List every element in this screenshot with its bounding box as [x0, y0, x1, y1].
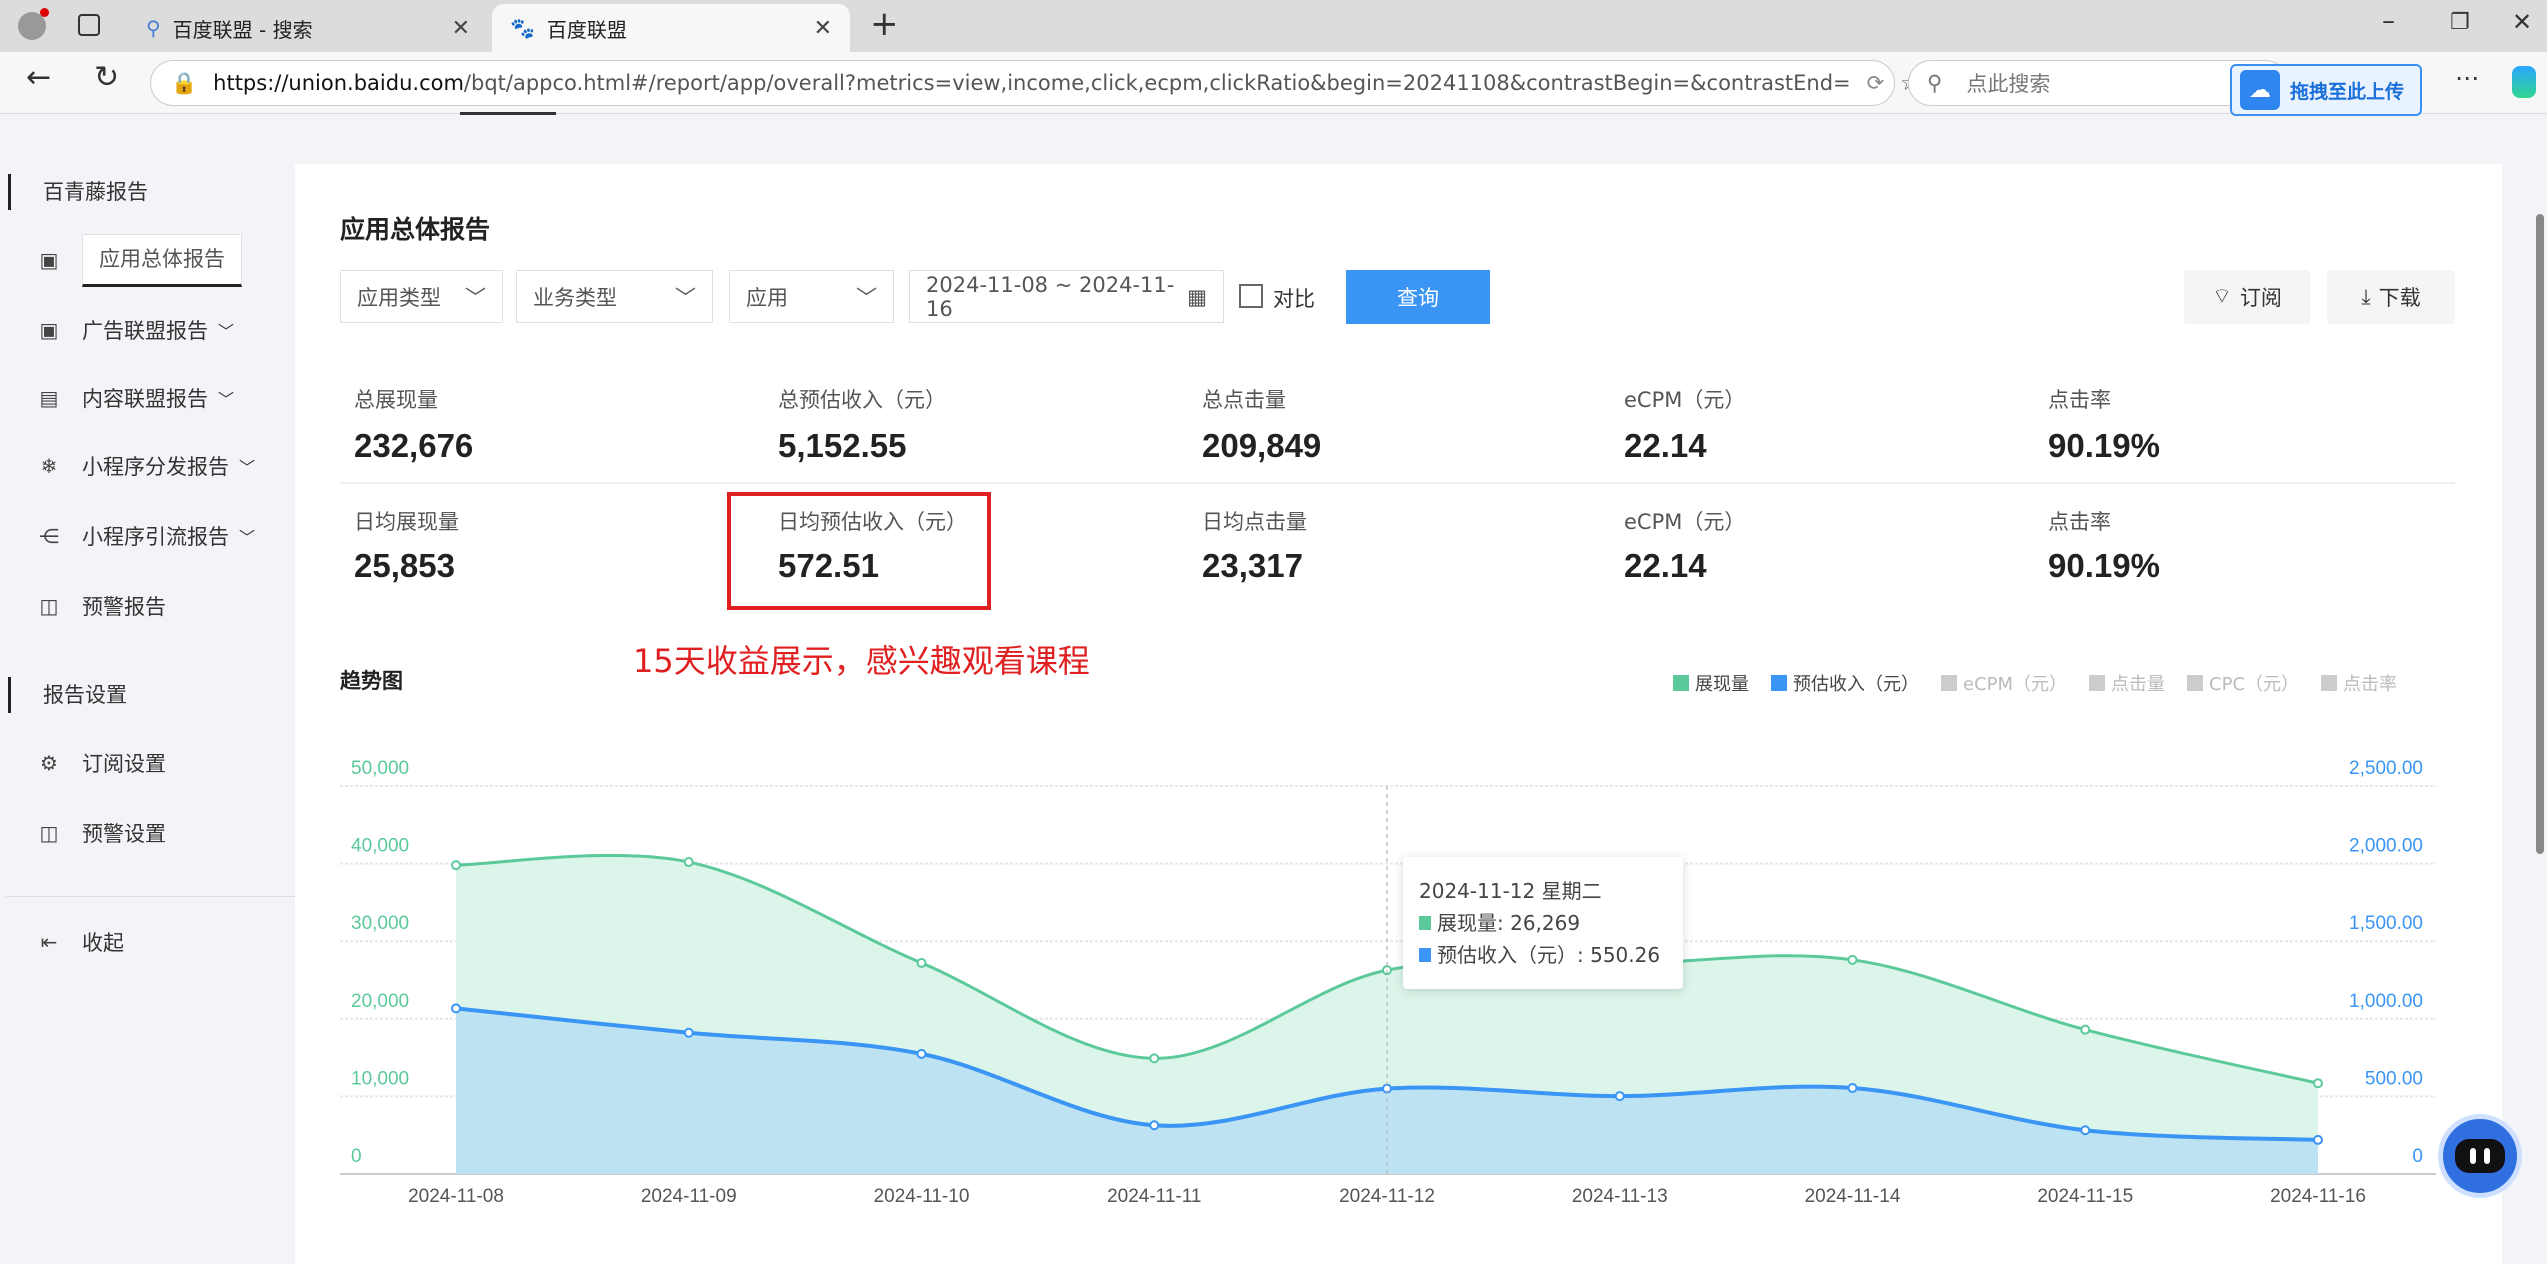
chart-tooltip: 2024-11-12 星期二 展现量: 26,269 预估收入（元）: 550.… — [1403, 857, 1683, 989]
data-point — [2080, 1024, 2091, 1035]
x-axis-tick-label: 2024-11-13 — [1572, 1186, 1668, 1207]
data-point — [916, 1048, 927, 1059]
x-axis-tick-label: 2024-11-15 — [2037, 1186, 2133, 1207]
right-axis-tick-label: 1,500.00 — [2349, 913, 2423, 934]
right-axis-tick-label: 2,000.00 — [2349, 836, 2423, 857]
data-point — [2313, 1134, 2323, 1145]
right-axis-tick-label: 2,500.00 — [2349, 758, 2423, 779]
x-axis-tick-label: 2024-11-09 — [641, 1186, 737, 1207]
tooltip-value: 预估收入（元）: 550.26 — [1437, 943, 1661, 967]
tooltip-title: 2024-11-12 星期二 — [1419, 879, 1602, 903]
right-axis-tick-label: 500.00 — [2365, 1068, 2423, 1089]
data-point — [1149, 1120, 1160, 1131]
x-axis-tick-label: 2024-11-14 — [1805, 1186, 1901, 1207]
tooltip-value: 展现量: 26,269 — [1437, 911, 1581, 935]
data-point — [451, 860, 461, 871]
x-axis-tick-label: 2024-11-08 — [408, 1186, 504, 1207]
data-point — [1149, 1053, 1160, 1064]
series-swatch — [1419, 948, 1431, 962]
data-point — [2313, 1078, 2323, 1089]
left-axis-tick-label: 50,000 — [351, 758, 409, 779]
trend-chart: 0 0 10,000 500.00 20,000 1,000.00 30,000 1,500.… — [340, 758, 2436, 1207]
data-point — [916, 957, 927, 968]
data-point — [1614, 1091, 1625, 1102]
x-axis-tick-label: 2024-11-12 — [1339, 1186, 1435, 1207]
data-point — [683, 1027, 694, 1038]
data-point — [1847, 954, 1858, 965]
data-point — [2080, 1125, 2091, 1136]
x-axis-tick-label: 2024-11-11 — [1107, 1186, 1201, 1207]
left-axis-tick-label: 30,000 — [351, 913, 409, 934]
left-axis-tick-label: 10,000 — [351, 1068, 409, 1089]
right-axis-tick-label: 1,000.00 — [2349, 991, 2423, 1012]
data-point — [451, 1003, 461, 1014]
x-axis-tick-label: 2024-11-10 — [874, 1186, 970, 1207]
left-axis-tick-label: 40,000 — [351, 836, 409, 857]
tooltip-row: 预估收入（元）: 550.26 — [1419, 939, 1667, 971]
assistant-robot-button[interactable] — [2438, 1114, 2522, 1198]
data-point — [683, 857, 694, 868]
series-swatch — [1419, 916, 1431, 930]
robot-face-icon — [2455, 1139, 2505, 1173]
x-axis-tick-label: 2024-11-16 — [2270, 1186, 2366, 1207]
data-point — [1847, 1083, 1858, 1094]
tooltip-row: 展现量: 26,269 — [1419, 907, 1667, 939]
scrollbar[interactable] — [2536, 214, 2544, 854]
left-axis-tick-label: 0 — [351, 1146, 362, 1167]
left-axis-tick-label: 20,000 — [351, 991, 409, 1012]
right-axis-tick-label: 0 — [2412, 1146, 2423, 1167]
